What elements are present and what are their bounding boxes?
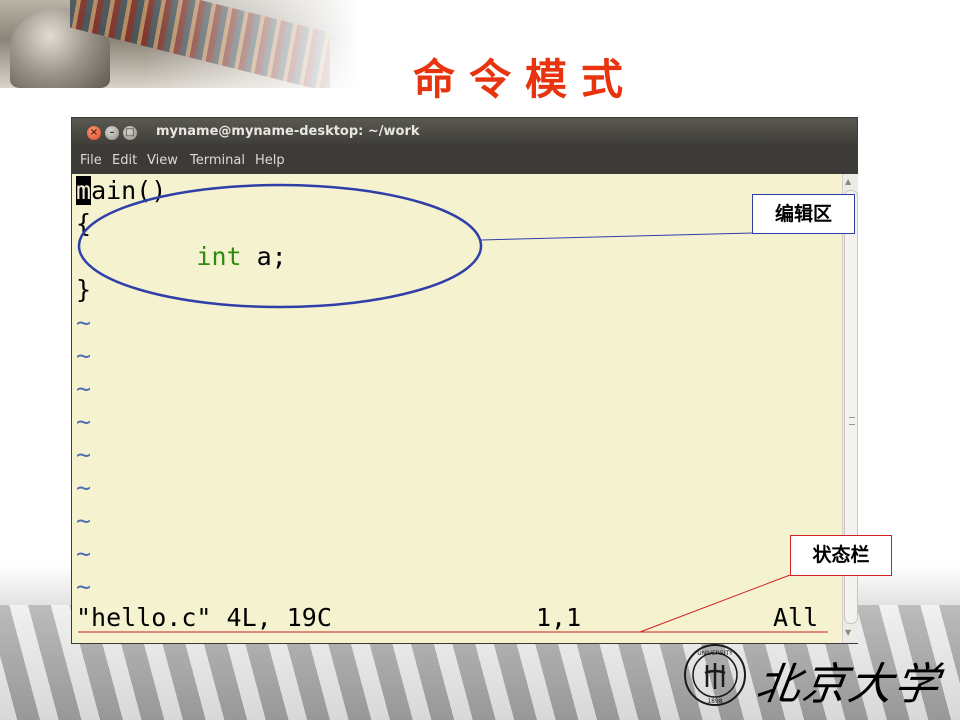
empty-line-tilde: ~ <box>76 572 92 601</box>
edit-area-label: 编辑区 <box>752 194 855 234</box>
text-cursor: m <box>76 176 92 205</box>
slide-title: 命令模式 <box>412 55 637 104</box>
empty-line-tilde: ~ <box>76 341 92 370</box>
status-scroll: All <box>773 603 819 632</box>
empty-line-tilde: ~ <box>76 473 92 502</box>
empty-line-tilde: ~ <box>76 374 92 403</box>
code-text: ain() <box>91 176 167 205</box>
seal-year: 1898 <box>707 698 722 705</box>
university-logotype: 北京大学 <box>752 659 944 710</box>
scroll-up-icon[interactable]: ▲ <box>845 177 851 186</box>
menu-terminal[interactable]: Terminal <box>190 153 245 168</box>
terminal-window: × – □ myname@myname-desktop: ~/work File… <box>72 118 858 643</box>
maximize-icon[interactable]: □ <box>123 126 137 140</box>
menu-edit[interactable]: Edit <box>112 153 137 168</box>
status-file-info: "hello.c" 4L, 19C <box>76 603 332 632</box>
vim-editor-area[interactable]: main() { int a; } ~ ~ ~ ~ ~ ~ ~ ~ ~ "hello.c" 4L… <box>72 174 842 643</box>
window-titlebar[interactable]: × – □ myname@myname-desktop: ~/work <box>72 118 857 147</box>
university-seal-icon: UNIVERSITY 1898 <box>684 644 746 706</box>
code-line-3: int a; <box>76 240 287 273</box>
status-cursor-position: 1,1 <box>536 603 582 632</box>
menu-view[interactable]: View <box>147 153 178 168</box>
empty-line-tilde: ~ <box>76 506 92 535</box>
code-line-1: main() <box>76 174 166 207</box>
code-line-2: { <box>76 209 92 238</box>
empty-line-tilde: ~ <box>76 539 92 568</box>
scroll-down-icon[interactable]: ▼ <box>845 628 851 637</box>
window-title: myname@myname-desktop: ~/work <box>156 124 420 139</box>
menu-help[interactable]: Help <box>255 153 285 168</box>
menu-bar: File Edit View Terminal Help <box>72 147 857 174</box>
code-line-4: } <box>76 275 92 304</box>
grip-icon <box>849 417 855 425</box>
close-icon[interactable]: × <box>87 126 101 140</box>
minimize-icon[interactable]: – <box>105 126 119 140</box>
empty-line-tilde: ~ <box>76 440 92 469</box>
code-keyword: int <box>196 242 242 271</box>
code-text: a; <box>241 242 287 271</box>
empty-line-tilde: ~ <box>76 407 92 436</box>
seal-motto: UNIVERSITY <box>697 650 733 657</box>
empty-line-tilde: ~ <box>76 308 92 337</box>
status-bar-label: 状态栏 <box>790 535 892 576</box>
menu-file[interactable]: File <box>80 153 102 168</box>
